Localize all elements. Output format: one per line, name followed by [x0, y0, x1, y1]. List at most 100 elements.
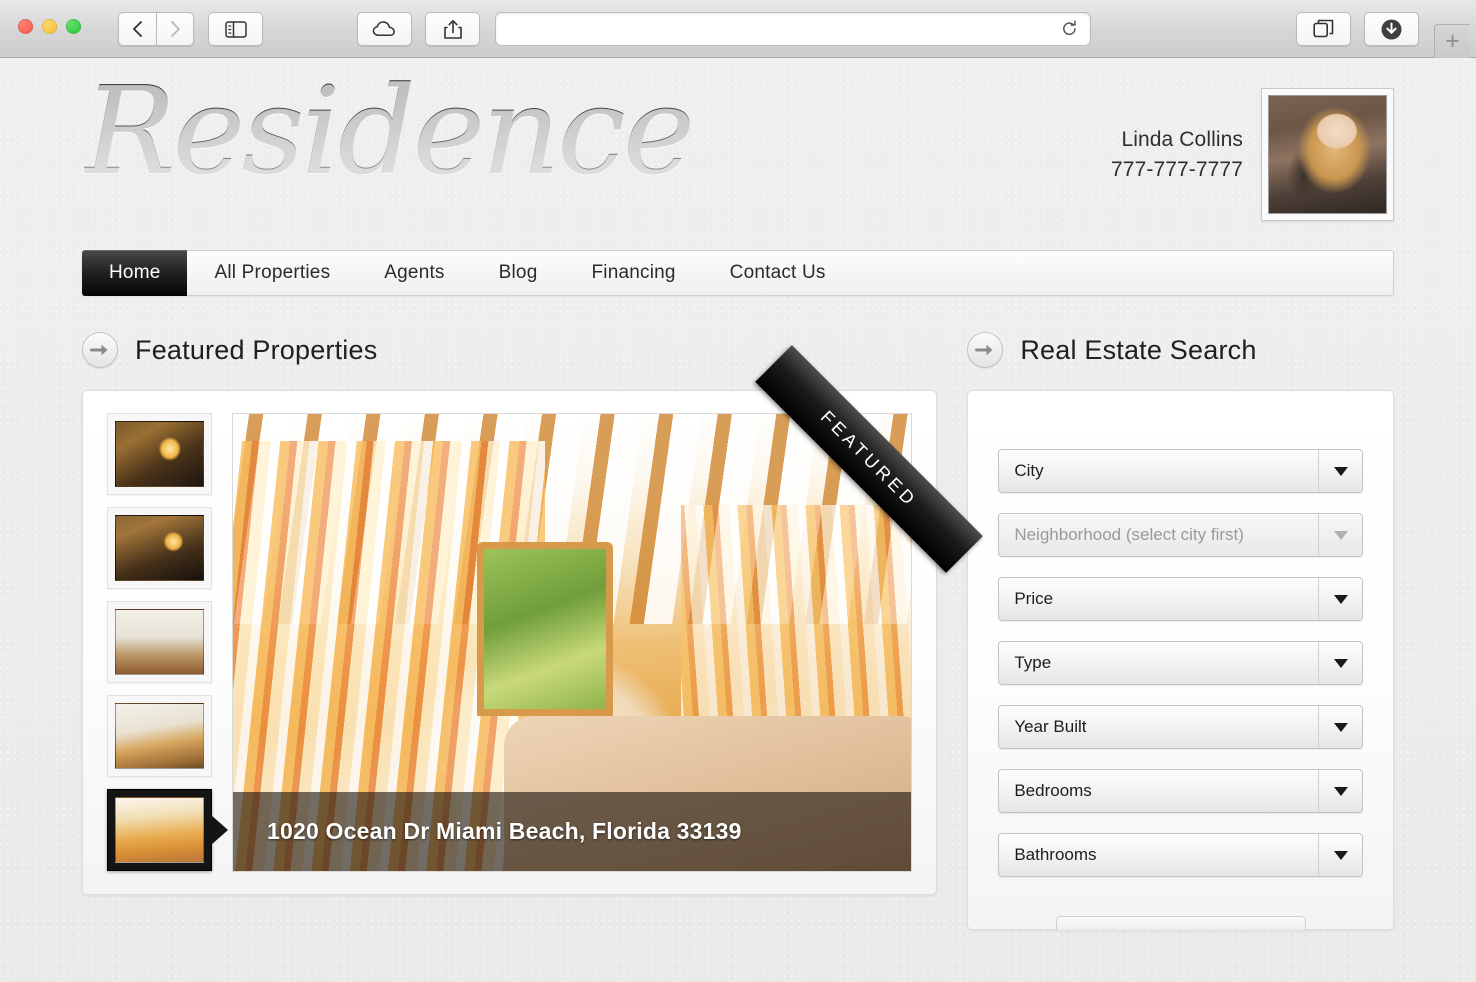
nav-label: All Properties — [214, 262, 331, 283]
nav-item-contact-us[interactable]: Contact Us — [703, 251, 853, 295]
maximize-window-button[interactable] — [66, 19, 81, 34]
download-icon — [1381, 19, 1402, 39]
icloud-tabs-button[interactable] — [357, 12, 412, 46]
featured-properties-column: Featured Properties 1020 Ocean Dr Miami … — [82, 332, 984, 930]
webpage-content: Residence Linda Collins 777-777-7777 Hom… — [0, 58, 1476, 982]
bathrooms-select-value: Bathrooms — [1014, 845, 1097, 864]
reload-icon — [1063, 20, 1076, 36]
neighborhood-select[interactable]: Neighborhood (select city first) — [998, 513, 1363, 557]
bedrooms-field-row: Bedrooms — [998, 769, 1363, 813]
avatar — [1268, 95, 1387, 214]
type-select[interactable]: Type — [998, 641, 1363, 685]
agent-name: Linda Collins — [1121, 127, 1243, 151]
chevron-down-icon — [1318, 450, 1362, 492]
nav-item-blog[interactable]: Blog — [472, 251, 565, 295]
sidebar-toggle-button[interactable] — [208, 12, 263, 46]
type-select-value: Type — [1014, 653, 1052, 672]
url-input[interactable] — [496, 13, 1061, 45]
chevron-down-icon — [1318, 642, 1362, 684]
reload-button[interactable] — [1061, 20, 1078, 38]
nav-item-financing[interactable]: Financing — [564, 251, 702, 295]
chevron-down-icon — [1318, 578, 1362, 620]
thumbnail-image — [115, 515, 204, 581]
arrow-right-glyph — [975, 344, 993, 356]
year-built-select[interactable]: Year Built — [998, 705, 1363, 749]
tab-overview-button[interactable] — [1296, 12, 1351, 46]
bathrooms-select[interactable]: Bathrooms — [998, 833, 1363, 877]
forward-button[interactable] — [156, 12, 194, 46]
arrow-right-glyph — [90, 344, 108, 356]
thumbnail-item-1[interactable] — [107, 413, 212, 495]
agent-info: Linda Collins 777-777-7777 — [1111, 88, 1394, 221]
agent-photo-frame — [1261, 88, 1394, 221]
address-bar[interactable] — [495, 12, 1091, 46]
main-navigation: Home All Properties Agents Blog Financin… — [82, 250, 1394, 296]
nav-item-agents[interactable]: Agents — [357, 251, 471, 295]
chevron-down-icon — [1318, 770, 1362, 812]
bathrooms-field-row: Bathrooms — [998, 833, 1363, 877]
cloud-icon — [372, 21, 395, 36]
nav-label: Home — [109, 262, 161, 283]
real-estate-search-panel: City Neighborhood (select city first) Pr… — [967, 390, 1394, 930]
downloads-button[interactable] — [1364, 12, 1419, 46]
price-select[interactable]: Price — [998, 577, 1363, 621]
featured-property-image[interactable]: 1020 Ocean Dr Miami Beach, Florida 33139 — [232, 413, 913, 872]
neighborhood-select-value: Neighborhood (select city first) — [1014, 525, 1244, 544]
chevron-down-icon — [1318, 834, 1362, 876]
real-estate-search-column: Real Estate Search City Neighborhood (se… — [967, 332, 1394, 930]
window-decor — [477, 541, 613, 716]
browser-toolbar: + — [0, 0, 1476, 58]
thumbnail-item-5-selected[interactable] — [107, 789, 212, 871]
thumbnail-item-3[interactable] — [107, 601, 212, 683]
thumbnail-image — [115, 797, 204, 863]
chevron-right-icon — [170, 21, 180, 37]
search-panel-wrapper: City Neighborhood (select city first) Pr… — [967, 390, 1394, 930]
thumbnail-image — [115, 421, 204, 487]
property-address: 1020 Ocean Dr Miami Beach, Florida 33139 — [267, 818, 742, 844]
section-title: Real Estate Search — [1020, 334, 1257, 365]
minimize-window-button[interactable] — [42, 19, 57, 34]
price-select-value: Price — [1014, 589, 1054, 608]
featured-properties-panel: 1020 Ocean Dr Miami Beach, Florida 33139… — [82, 345, 984, 895]
thumbnail-list — [107, 413, 212, 872]
bedrooms-select[interactable]: Bedrooms — [998, 769, 1363, 813]
sidebar-icon — [224, 20, 247, 38]
nav-item-all-properties[interactable]: All Properties — [187, 251, 357, 295]
window-controls — [18, 19, 81, 34]
thumbnail-image — [115, 703, 204, 769]
nav-label: Blog — [498, 262, 538, 283]
year-built-field-row: Year Built — [998, 705, 1363, 749]
year-built-select-value: Year Built — [1014, 717, 1087, 736]
tab-overview-icon — [1312, 19, 1333, 38]
real-estate-search-heading: Real Estate Search — [967, 332, 1394, 368]
city-select-value: City — [1014, 461, 1044, 480]
search-submit-button-partial[interactable] — [1055, 916, 1306, 930]
property-address-bar: 1020 Ocean Dr Miami Beach, Florida 33139 — [233, 792, 912, 871]
chevron-down-icon — [1318, 706, 1362, 748]
nav-label: Agents — [384, 262, 445, 283]
type-field-row: Type — [998, 641, 1363, 685]
agent-text: Linda Collins 777-777-7777 — [1111, 125, 1243, 185]
thumbnail-item-4[interactable] — [107, 695, 212, 777]
chevron-down-icon — [1318, 514, 1362, 556]
price-field-row: Price — [998, 577, 1363, 621]
back-button[interactable] — [118, 12, 156, 46]
bedrooms-select-value: Bedrooms — [1014, 781, 1092, 800]
nav-item-home[interactable]: Home — [82, 250, 188, 296]
content-columns: Featured Properties 1020 Ocean Dr Miami … — [82, 296, 1394, 930]
agent-phone: 777-777-7777 — [1111, 157, 1243, 181]
thumbnail-image — [115, 609, 204, 675]
neighborhood-field-row: Neighborhood (select city first) — [998, 513, 1363, 557]
new-tab-button[interactable]: + — [1434, 24, 1470, 58]
share-button[interactable] — [425, 12, 480, 46]
city-select[interactable]: City — [998, 449, 1363, 493]
arrow-right-icon[interactable] — [967, 332, 1004, 368]
thumbnail-item-2[interactable] — [107, 507, 212, 589]
close-window-button[interactable] — [18, 19, 33, 34]
nav-label: Financing — [591, 262, 676, 283]
site-logo[interactable]: Residence — [84, 70, 695, 192]
nav-label: Contact Us — [729, 262, 826, 283]
site-header: Residence Linda Collins 777-777-7777 — [0, 58, 1476, 250]
chevron-left-icon — [133, 21, 142, 37]
arrow-right-icon[interactable] — [82, 332, 118, 368]
